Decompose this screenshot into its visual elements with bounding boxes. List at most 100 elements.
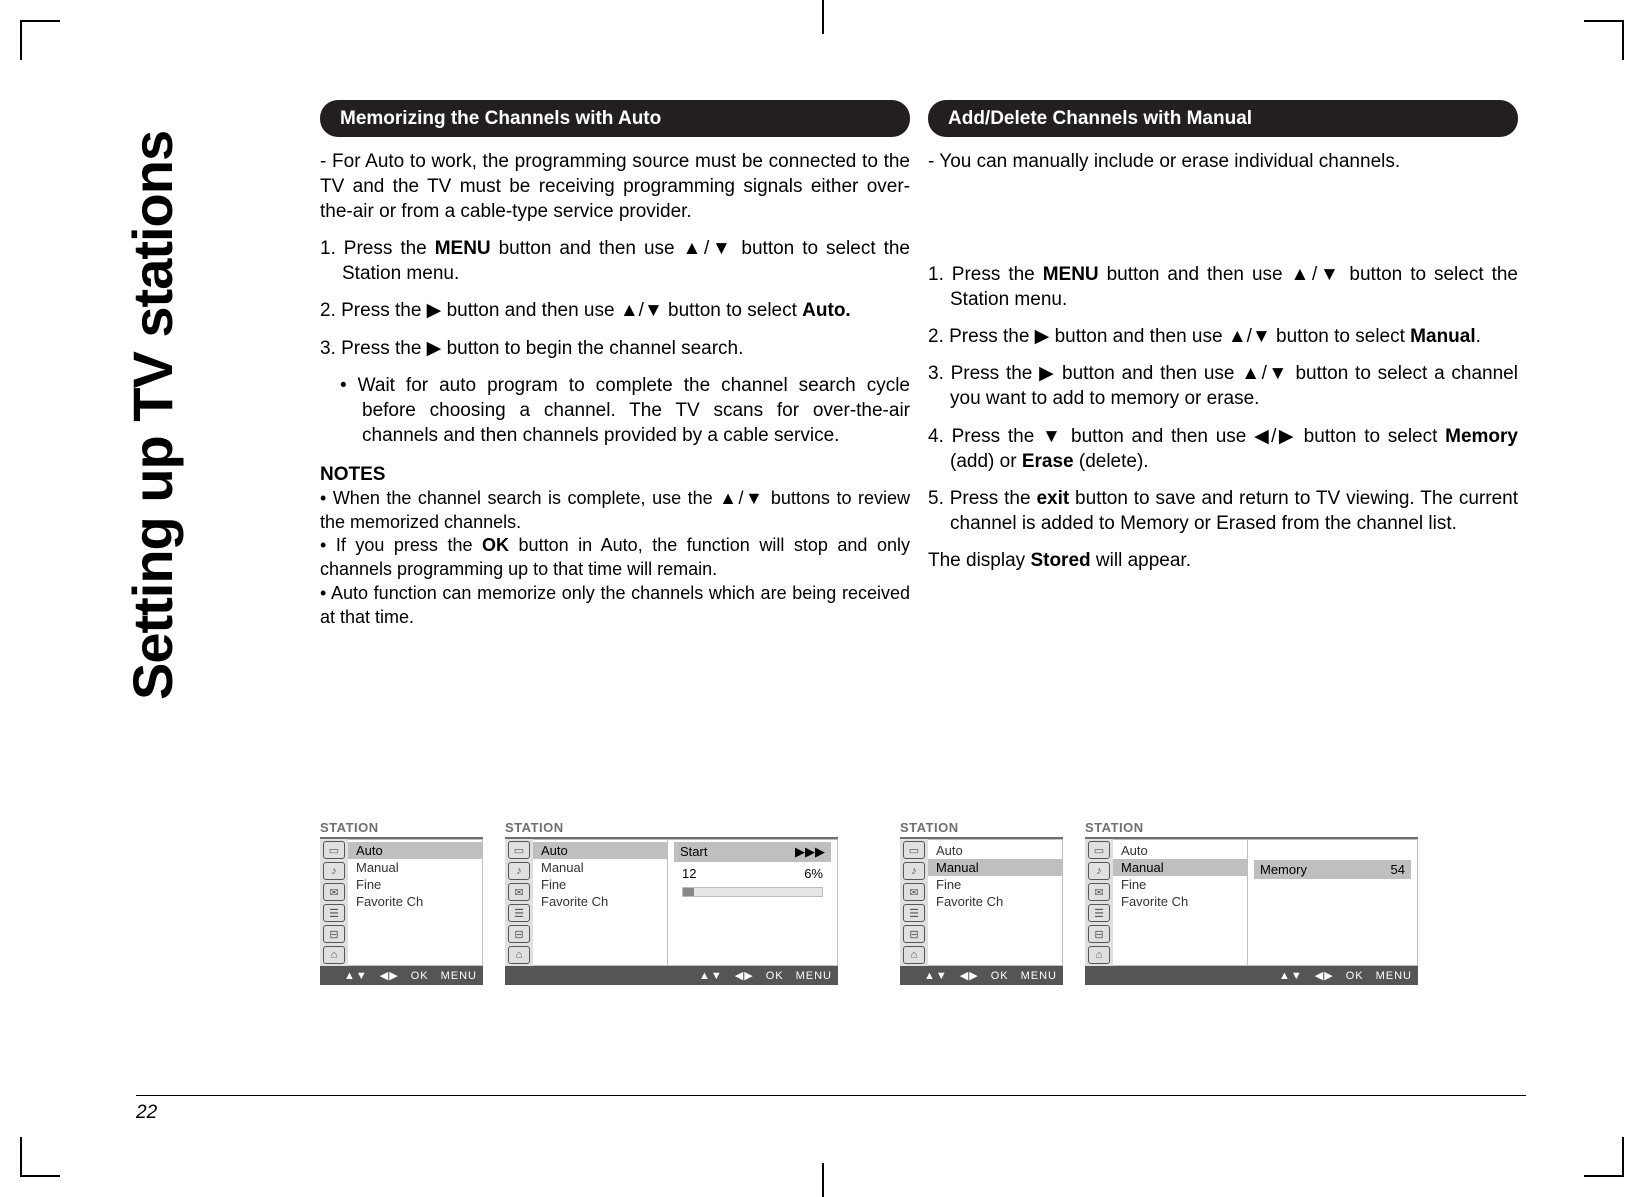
down-icon: ▼ bbox=[744, 488, 765, 508]
crop-mark-br bbox=[1584, 1137, 1624, 1177]
channel-number: 12 bbox=[682, 866, 696, 881]
text: button to select bbox=[1271, 326, 1410, 347]
text: button and then use bbox=[491, 238, 683, 259]
crop-tick-top bbox=[822, 0, 824, 34]
osd-item-manual: Manual bbox=[928, 859, 1062, 876]
osd-menu-list: Auto Manual Fine Favorite Ch bbox=[348, 839, 483, 966]
manual-step-1: 1. Press the MENU button and then use ▲/… bbox=[950, 262, 1518, 312]
tool-icon: ☰ bbox=[508, 904, 530, 922]
auto-step-3: 3. Press the ▶ button to begin the chann… bbox=[342, 336, 910, 361]
osd-icon-strip: ▭ ♪ ✉ ☰ ⊟ ⌂ bbox=[900, 839, 928, 966]
down-icon: ▼ bbox=[709, 238, 733, 259]
ok-label: OK bbox=[411, 970, 429, 982]
osd-start-row: Start ▶▶▶ bbox=[674, 842, 831, 862]
right-icon: ▶ bbox=[1039, 363, 1055, 384]
osd-title: STATION bbox=[1085, 820, 1418, 835]
right-icon: ▶ bbox=[427, 338, 442, 359]
text: • If you press the bbox=[320, 535, 482, 555]
section-heading-auto: Memorizing the Channels with Auto bbox=[320, 100, 910, 137]
leftright-icon: ◀▶ bbox=[380, 970, 399, 982]
memory-label: Memory bbox=[1260, 862, 1307, 877]
osd-row: STATION ▭ ♪ ✉ ☰ ⊟ ⌂ Auto Manual Fine Fav… bbox=[320, 820, 1520, 985]
manual-step-5: 5. Press the exit button to save and ret… bbox=[950, 486, 1518, 536]
clock-icon: ✉ bbox=[323, 883, 345, 901]
auto-step-2: 2. Press the ▶ button and then use ▲/▼ b… bbox=[342, 298, 910, 323]
leftright-icon: ◀▶ bbox=[735, 970, 754, 982]
text: 2. Press the bbox=[928, 326, 1035, 347]
text: 3. Press the bbox=[320, 338, 427, 359]
osd-item-favorite: Favorite Ch bbox=[348, 893, 482, 910]
note-2: • If you press the OK button in Auto, th… bbox=[320, 534, 910, 582]
text: The display bbox=[928, 550, 1030, 571]
osd-item-fine: Fine bbox=[928, 876, 1062, 893]
auto-intro: - For Auto to work, the programming sour… bbox=[320, 149, 910, 224]
menu-bold: MENU bbox=[435, 238, 491, 259]
manual-bold: Manual bbox=[1410, 326, 1475, 347]
updown-icon: ▲▼ bbox=[344, 970, 368, 982]
osd-item-fine: Fine bbox=[348, 876, 482, 893]
note-1: • When the channel search is complete, u… bbox=[320, 487, 910, 535]
text: • When the channel search is complete, u… bbox=[320, 488, 719, 508]
up-icon: ▲ bbox=[683, 238, 704, 259]
text: (add) or bbox=[950, 451, 1022, 472]
menu-label: MENU bbox=[441, 970, 477, 982]
up-icon: ▲ bbox=[719, 488, 738, 508]
osd-icon-strip: ▭ ♪ ✉ ☰ ⊟ ⌂ bbox=[320, 839, 348, 966]
text: button to begin the channel search. bbox=[441, 338, 743, 359]
percent-value: 6% bbox=[804, 866, 823, 881]
manual-step-2: 2. Press the ▶ button and then use ▲/▼ b… bbox=[950, 324, 1518, 349]
exit-bold: exit bbox=[1036, 488, 1069, 509]
crop-mark-bl bbox=[20, 1137, 60, 1177]
manual-step-3: 3. Press the ▶ button and then use ▲/▼ b… bbox=[950, 361, 1518, 411]
monitor-icon: ▭ bbox=[323, 841, 345, 859]
tool-icon: ☰ bbox=[323, 904, 345, 922]
osd-right-panel: Start ▶▶▶ 12 6% bbox=[668, 839, 838, 966]
text: button and then use bbox=[1099, 264, 1291, 285]
osd-footer: ▲▼ ◀▶ OK MENU bbox=[320, 966, 483, 985]
clock-icon: ✉ bbox=[903, 883, 925, 901]
osd-footer: ▲▼◀▶OKMENU bbox=[1085, 966, 1418, 985]
osd-right-panel: Memory 54 bbox=[1248, 839, 1418, 966]
text: button and then use bbox=[1063, 426, 1254, 447]
text: button to select bbox=[1296, 426, 1445, 447]
left-icon: ◀ bbox=[1254, 426, 1271, 447]
speaker-icon: ♪ bbox=[323, 862, 345, 880]
ok-label: OK bbox=[1346, 970, 1364, 982]
osd-item-manual: Manual bbox=[1113, 859, 1247, 876]
stored-bold: Stored bbox=[1030, 550, 1090, 571]
card-icon: ⊟ bbox=[508, 925, 530, 943]
updown-icon: ▲▼ bbox=[1279, 970, 1303, 982]
osd-panel-4: STATION ▭ ♪ ✉ ☰ ⊟ ⌂ Auto Manual Fine Fav… bbox=[1085, 820, 1418, 985]
menu-label: MENU bbox=[796, 970, 832, 982]
osd-title: STATION bbox=[900, 820, 1063, 835]
osd-memory-row: Memory 54 bbox=[1254, 860, 1411, 879]
monitor-icon: ▭ bbox=[508, 841, 530, 859]
osd-panel-3: STATION ▭ ♪ ✉ ☰ ⊟ ⌂ Auto Manual Fine Fav… bbox=[900, 820, 1063, 985]
memory-value: 54 bbox=[1391, 862, 1405, 877]
start-label: Start bbox=[680, 844, 707, 860]
osd-item-fine: Fine bbox=[1113, 876, 1247, 893]
osd-item-auto: Auto bbox=[1113, 842, 1247, 859]
osd-item-auto: Auto bbox=[533, 842, 667, 859]
osd-item-auto: Auto bbox=[348, 842, 482, 859]
osd-icon-strip: ▭ ♪ ✉ ☰ ⊟ ⌂ bbox=[1085, 839, 1113, 966]
card-icon: ⊟ bbox=[1088, 925, 1110, 943]
updown-icon: ▲▼ bbox=[924, 970, 948, 982]
monitor-icon: ▭ bbox=[1088, 841, 1110, 859]
osd-item-favorite: Favorite Ch bbox=[928, 893, 1062, 910]
page-side-title: Setting up TV stations bbox=[120, 630, 740, 700]
text: button and then use bbox=[441, 300, 620, 321]
speaker-icon: ♪ bbox=[508, 862, 530, 880]
erase-bold: Erase bbox=[1022, 451, 1074, 472]
note-3: • Auto function can memorize only the ch… bbox=[320, 582, 910, 630]
osd-icon-strip: ▭ ♪ ✉ ☰ ⊟ ⌂ bbox=[505, 839, 533, 966]
text: button and then use bbox=[1049, 326, 1228, 347]
osd-panel-1: STATION ▭ ♪ ✉ ☰ ⊟ ⌂ Auto Manual Fine Fav… bbox=[320, 820, 483, 985]
auto-step-1: 1. Press the MENU button and then use ▲/… bbox=[342, 236, 910, 286]
down-icon: ▼ bbox=[1317, 264, 1341, 285]
up-icon: ▲ bbox=[620, 300, 639, 321]
text: 1. Press the bbox=[320, 238, 435, 259]
clock-icon: ✉ bbox=[508, 883, 530, 901]
osd-panel-2: STATION ▭ ♪ ✉ ☰ ⊟ ⌂ Auto Manual Fine Fav… bbox=[505, 820, 838, 985]
osd-item-fine: Fine bbox=[533, 876, 667, 893]
